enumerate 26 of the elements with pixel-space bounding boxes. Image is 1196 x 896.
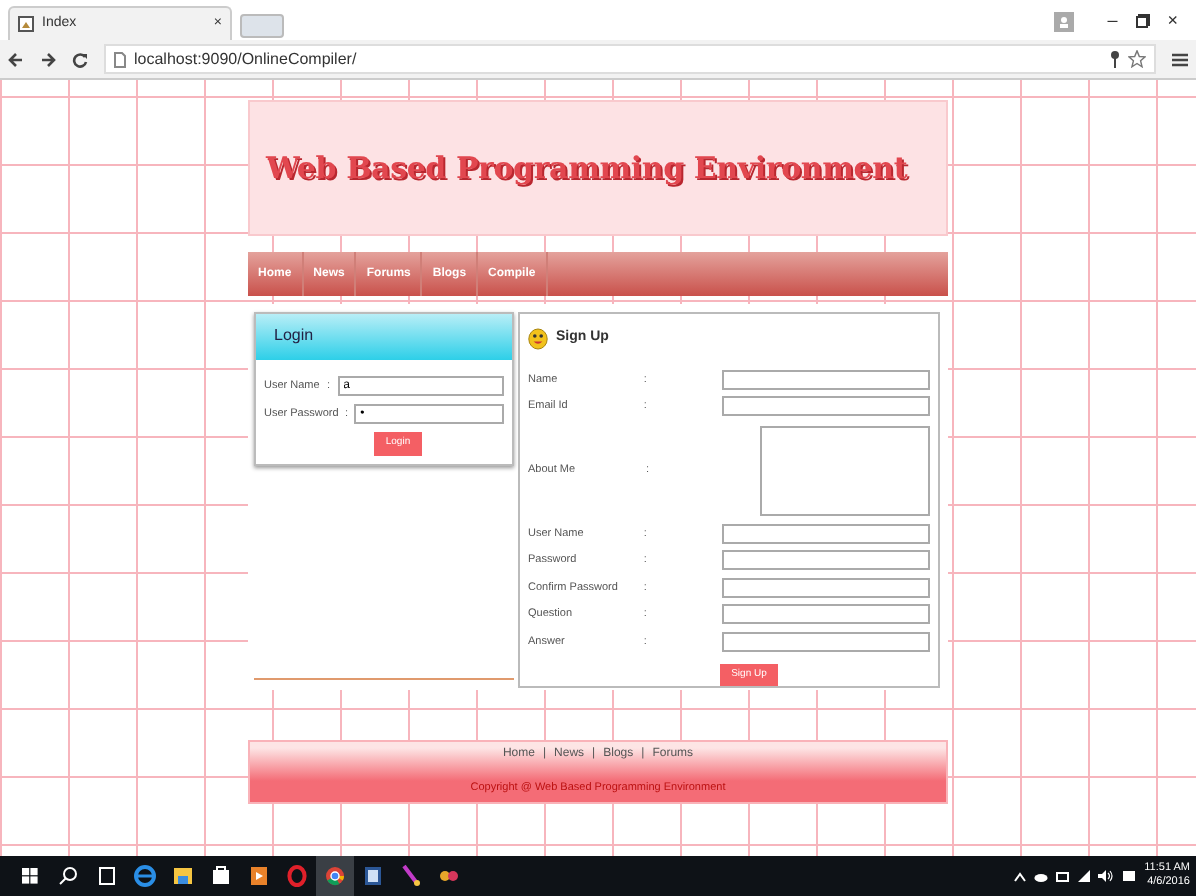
login-title: Login bbox=[274, 326, 314, 344]
site-title: Web Based Programming Environment bbox=[266, 147, 908, 190]
cloud-icon[interactable] bbox=[1034, 871, 1049, 881]
volume-icon[interactable] bbox=[1098, 870, 1115, 882]
menu-icon[interactable] bbox=[1172, 51, 1188, 67]
close-button[interactable]: × bbox=[1149, 8, 1196, 35]
notification-icon[interactable] bbox=[1122, 869, 1137, 883]
smiley-icon bbox=[528, 328, 548, 350]
key-icon[interactable] bbox=[1110, 50, 1120, 68]
text-field[interactable] bbox=[722, 369, 930, 390]
address-bar[interactable]: localhost:9090/OnlineCompiler/ bbox=[104, 44, 1156, 74]
text-field[interactable] bbox=[722, 550, 930, 571]
text-field[interactable] bbox=[722, 577, 930, 598]
reload-icon[interactable] bbox=[72, 51, 88, 67]
forward-icon[interactable] bbox=[40, 51, 56, 67]
minimize-button[interactable]: – bbox=[1089, 8, 1136, 35]
star-icon[interactable] bbox=[1128, 50, 1146, 68]
caret-icon[interactable] bbox=[1014, 871, 1027, 881]
text-field[interactable] bbox=[722, 631, 930, 652]
text-field[interactable] bbox=[722, 604, 930, 625]
page-icon bbox=[114, 51, 126, 67]
maximize-icon[interactable] bbox=[1135, 14, 1150, 29]
text-field[interactable] bbox=[722, 396, 930, 417]
battery-icon[interactable] bbox=[1056, 871, 1071, 881]
text-field[interactable] bbox=[722, 523, 930, 544]
back-icon[interactable] bbox=[8, 51, 24, 67]
